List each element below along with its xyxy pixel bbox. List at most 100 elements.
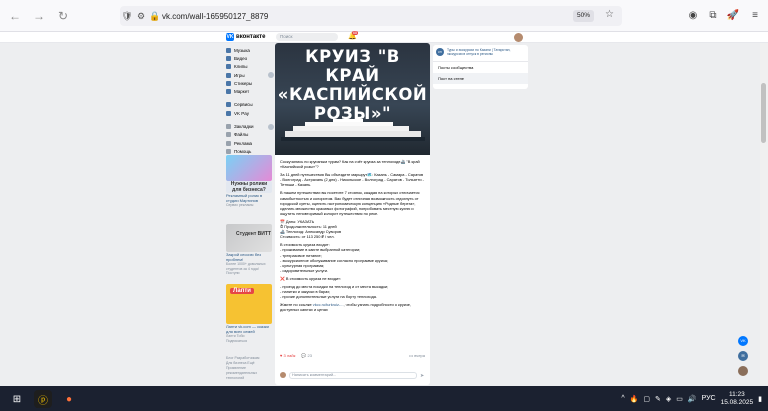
market-icon xyxy=(226,89,231,95)
url-bar[interactable]: 🛡 ⚙ 🔒 vk.com/wall-165950127_8879 50% ☆ xyxy=(120,6,622,26)
post-paragraph: В стоимость круиза входит: - проживание … xyxy=(280,242,388,273)
app-icon[interactable]: ⓟ xyxy=(34,390,52,408)
vk-chat-icon[interactable]: VK xyxy=(738,336,748,346)
back-icon[interactable]: ← xyxy=(6,7,24,25)
games-badge xyxy=(268,72,274,79)
account-icon[interactable]: ◉ xyxy=(686,9,700,23)
group-name[interactable]: Туры и экскурсии по Казани | Татарстан, … xyxy=(447,48,525,58)
clock-date: 15.08.2025 xyxy=(720,398,754,406)
bookmarks-icon xyxy=(226,124,231,130)
sidebar-item-market[interactable]: Маркет xyxy=(226,87,274,95)
comment-box: Написать комментарий... ➤ xyxy=(280,370,425,380)
sidebar-item-video[interactable]: Видео xyxy=(226,54,274,62)
zoom-level[interactable]: 50% xyxy=(572,10,594,22)
clips-icon xyxy=(226,64,231,70)
sidebar-item-stickers[interactable]: Стикеры xyxy=(226,79,274,87)
comment-button[interactable]: 💬 23 xyxy=(301,353,312,358)
community-posts-link[interactable]: Посты сообщества xyxy=(433,62,528,73)
volume-icon[interactable]: 🔊 xyxy=(688,395,697,403)
page-settings-icon[interactable]: ⚙ xyxy=(134,11,148,22)
notifications-bell-icon[interactable]: 🔔 68 xyxy=(348,31,358,40)
clock[interactable]: 11:23 15.08.2025 xyxy=(721,391,754,407)
right-card: КП Туры и экскурсии по Казани | Татарста… xyxy=(433,45,528,89)
post-paragraph: Соскучились по круизным турам? Как на сч… xyxy=(280,159,420,170)
sidebar-item-vkpay[interactable]: VK Pay xyxy=(226,109,274,117)
clock-time: 11:23 xyxy=(728,390,745,398)
ad-block-lapti[interactable]: Лапти Лапти vk.com — сказки для всех сем… xyxy=(226,284,272,343)
footer-link[interactable]: Ещё xyxy=(247,361,254,365)
user-avatar[interactable] xyxy=(514,33,523,42)
tray-overflow-icon[interactable]: ^ xyxy=(621,395,624,402)
windows-start-icon[interactable]: ⊞ xyxy=(8,390,26,408)
system-tray: ^ 🔥 ▢ ✎ ◈ ▭ 🔊 РУС 11:23 15.08.2025 ▮ xyxy=(621,386,768,411)
rocket-icon[interactable]: 🚀 xyxy=(726,9,740,23)
lock-icon[interactable]: 🔒 xyxy=(148,11,162,22)
messenger-icon[interactable]: ✉ xyxy=(738,351,748,361)
send-icon[interactable]: ➤ xyxy=(420,373,425,379)
footer-link[interactable]: Блог xyxy=(226,356,234,360)
vk-logo[interactable]: VK вконтакте xyxy=(226,33,265,41)
ad-title[interactable]: Нужны ролики для бизнеса? xyxy=(226,181,272,193)
footer-links: Блог Разработчикам Для бизнеса Ещё Прояв… xyxy=(226,356,272,381)
post-link-paragraph: Жмите по ссылке vkcc.ru/turkruiz-..., чт… xyxy=(280,302,411,313)
wall-post: КРУИЗ "В КРАЙ «КАСПИЙСКОЙ РОЗЫ»" Соскучи… xyxy=(275,43,430,385)
ship-illustration xyxy=(281,119,425,141)
menu-icon[interactable]: ≡ xyxy=(748,9,762,23)
post-image[interactable]: КРУИЗ "В КРАЙ «КАСПИЙСКОЙ РОЗЫ»" xyxy=(275,43,430,155)
tray-app2-icon[interactable]: ◈ xyxy=(666,395,671,403)
post-paragraph: В нашем путешествии вы посетите 7 стояно… xyxy=(280,190,420,216)
footer-link[interactable]: технологий xyxy=(226,376,244,380)
comment-input[interactable]: Написать комментарий... xyxy=(289,371,417,379)
scrollbar-thumb[interactable] xyxy=(761,83,766,143)
left-sidebar: Музыка Видео Клипы Игры Стикеры Маркет С… xyxy=(226,46,274,156)
post-meta[interactable]: ••• вчера xyxy=(409,353,425,358)
sidebar-item-clips[interactable]: Клипы xyxy=(226,63,274,71)
vk-search-input[interactable]: Поиск xyxy=(276,33,338,41)
notifications-icon[interactable]: ▮ xyxy=(758,395,762,403)
ad-block-video[interactable]: Нужны ролики для бизнеса? Рекламный роли… xyxy=(226,155,272,208)
network-icon[interactable]: ▭ xyxy=(676,395,683,403)
group-avatar: КП xyxy=(436,48,444,56)
tray-app-icon[interactable]: 🔥 xyxy=(630,395,639,403)
like-button[interactable]: ♥ 3 лайк xyxy=(280,353,295,358)
windows-taskbar: ⊞ ⓟ ● ^ 🔥 ▢ ✎ ◈ ▭ 🔊 РУС 11:23 15.08.2025… xyxy=(0,386,768,411)
ad-image-video[interactable] xyxy=(226,155,272,181)
post-image-title: КРУИЗ "В КРАЙ «КАСПИЙСКОЙ РОЗЫ»" xyxy=(277,47,428,123)
sidebar-item-files[interactable]: Файлы xyxy=(226,131,274,139)
sidebar-item-ads[interactable]: Реклама xyxy=(226,139,274,147)
sidebar-item-bookmarks[interactable]: Закладки xyxy=(226,122,274,130)
ad-block-student[interactable]: Студент ВИТТ Закрой сессию без проблем! … xyxy=(226,224,272,276)
services-icon xyxy=(226,102,231,108)
bookmark-star-icon[interactable]: ☆ xyxy=(605,9,614,20)
page-scrollbar[interactable] xyxy=(760,43,768,385)
sidebar-item-services[interactable]: Сервисы xyxy=(226,101,274,109)
wall-post-link[interactable]: Пост на стене xyxy=(433,73,528,84)
ad-image-student[interactable]: Студент ВИТТ xyxy=(226,224,272,252)
post-actions: ♥ 3 лайк 💬 23 ••• вчера xyxy=(280,350,425,360)
footer-link[interactable]: Разработчикам xyxy=(235,356,260,360)
group-info[interactable]: КП Туры и экскурсии по Казани | Татарста… xyxy=(433,45,528,62)
pay-icon xyxy=(226,110,231,116)
language-indicator[interactable]: РУС xyxy=(702,395,716,402)
extensions-icon[interactable]: ⧉ xyxy=(706,9,720,23)
post-paragraph: ❌ В стоимость круиза не входит: xyxy=(280,275,342,281)
commenter-avatar xyxy=(280,372,286,378)
forward-icon[interactable]: → xyxy=(30,7,48,25)
reload-icon[interactable]: ↻ xyxy=(54,7,72,25)
tray-pen-icon[interactable]: ✎ xyxy=(655,395,661,403)
sidebar-item-games[interactable]: Игры xyxy=(226,71,274,79)
footer-link[interactable]: Для бизнеса xyxy=(226,361,246,365)
shield-icon[interactable]: 🛡 xyxy=(120,11,134,22)
ad-image-lapti[interactable]: Лапти xyxy=(226,284,272,324)
games-icon xyxy=(226,72,231,78)
footer-link[interactable]: рекомендательных xyxy=(226,371,257,375)
url-text[interactable]: vk.com/wall-165950127_8879 xyxy=(162,12,268,21)
post-text: Соскучились по круизным турам? Как на сч… xyxy=(275,155,430,319)
firefox-icon[interactable]: ● xyxy=(60,390,78,408)
vk-header: VK вконтакте Поиск 🔔 68 xyxy=(0,31,768,43)
friend-avatar-icon[interactable] xyxy=(738,366,748,376)
sidebar-item-music[interactable]: Музыка xyxy=(226,46,274,54)
footer-link[interactable]: Проявление xyxy=(226,366,246,370)
stickers-icon xyxy=(226,80,231,86)
tray-window-icon[interactable]: ▢ xyxy=(643,395,650,403)
